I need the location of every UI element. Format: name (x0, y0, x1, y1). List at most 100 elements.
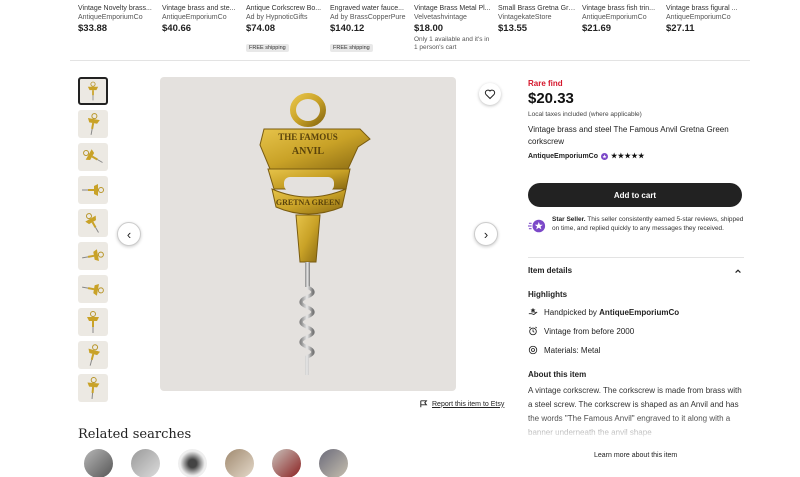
star-seller-badge-icon (601, 152, 608, 160)
handpicked-shop-link[interactable]: AntiqueEmporiumCo (599, 308, 679, 317)
recommended-item[interactable]: Small Brass Gretna Gre... VintagekateStor… (498, 4, 576, 36)
free-shipping-badge: FREE shipping (246, 44, 289, 52)
about-description: A vintage corkscrew. The corkscrew is ma… (528, 386, 742, 437)
material-icon (528, 345, 538, 355)
recommended-item-price: $18.00 (414, 23, 444, 34)
corkscrew-image: THE FAMOUS ANVIL GRETNA GREEN (259, 93, 371, 375)
vintage-row: Vintage from before 2000 (528, 326, 634, 336)
recommended-item[interactable]: Vintage brass fish trin... AntiqueEmporiu… (582, 4, 660, 36)
previous-image-button[interactable]: ‹ (117, 222, 141, 246)
availability-note: Only 1 available and it's in 1 person's … (414, 36, 490, 51)
report-label: Report this item to Etsy (432, 400, 505, 408)
handpicked-row: Handpicked by AntiqueEmporiumCo (528, 307, 679, 317)
recommended-item[interactable]: Vintage Novelty brass... AntiqueEmporiumC… (78, 4, 156, 36)
recommended-item-title: Vintage brass and ste... (162, 5, 236, 12)
seller-row: AntiqueEmporiumCo ★★★★★ (528, 152, 744, 160)
star-seller-label: Star Seller. (552, 216, 586, 223)
recommended-item-price: $140.12 (330, 23, 365, 34)
heart-icon (484, 89, 496, 100)
thumbnail-image[interactable] (78, 308, 108, 336)
anvil-text: ANVIL (292, 146, 325, 157)
flag-icon (420, 400, 428, 408)
add-to-cart-button[interactable]: Add to cart (528, 183, 742, 207)
report-item-link[interactable]: Report this item to Etsy (420, 400, 504, 408)
recommended-item-title: Vintage Novelty brass... (78, 5, 152, 12)
hand-icon (528, 307, 538, 315)
alarm-clock-icon (528, 326, 538, 336)
recommended-item-shop: Ad by BrassCopperPure (330, 14, 406, 21)
banner-text: GRETNA GREEN (276, 198, 340, 207)
handpicked-prefix: Handpicked by (544, 307, 600, 317)
free-shipping-badge: FREE shipping (330, 44, 373, 52)
rating-stars: ★★★★★ (611, 153, 645, 160)
recommended-items-strip: Vintage Novelty brass... AntiqueEmporiumC… (70, 0, 750, 60)
chevron-up-icon (735, 268, 741, 273)
main-product-image[interactable]: THE FAMOUS ANVIL GRETNA GREEN (160, 77, 456, 391)
recommended-item-shop: Ad by HypnoticGifts (246, 14, 308, 21)
recommended-item-shop: AntiqueEmporiumCo (78, 14, 143, 21)
materials-text: Materials: Metal (544, 345, 601, 355)
thumbnail-image[interactable] (78, 143, 108, 171)
recommended-item[interactable]: Vintage Brass Metal Pl... Velvetashvintag… (414, 4, 492, 52)
chevron-right-icon: › (483, 226, 489, 242)
tax-note: Local taxes included (where applicable) (528, 111, 642, 118)
thumbnail-image[interactable] (78, 110, 108, 138)
recommended-item-price: $40.66 (162, 23, 192, 34)
about-title: About this item (528, 370, 587, 379)
materials-row: Materials: Metal (528, 345, 600, 355)
highlights-title: Highlights (528, 290, 568, 299)
recommended-item-title: Vintage brass fish trin... (582, 5, 656, 12)
item-details-toggle[interactable]: Item details (528, 266, 742, 275)
thumbnail-image[interactable] (78, 77, 108, 105)
related-search-item[interactable] (319, 449, 348, 477)
recommended-item-shop: VintagekateStore (498, 14, 552, 21)
thumbnail-image[interactable] (78, 275, 108, 303)
star-seller-info: Star Seller. This seller consistently ea… (528, 215, 744, 235)
thumbnail-image[interactable] (78, 209, 108, 237)
recommended-item-shop: AntiqueEmporiumCo (666, 14, 731, 21)
recommended-item-title: Small Brass Gretna Gre... (498, 5, 576, 12)
recommended-item[interactable]: Vintage brass figural ... AntiqueEmporium… (666, 4, 744, 36)
thumbnail-image[interactable] (78, 374, 108, 402)
thumbnail-image[interactable] (78, 242, 108, 270)
recommended-item-price: $27.11 (666, 23, 695, 34)
star-seller-icon (528, 219, 546, 233)
recommended-item-price: $13.55 (498, 23, 528, 34)
item-details-heading: Item details (528, 266, 573, 275)
divider (528, 257, 744, 258)
related-search-item[interactable] (225, 449, 254, 477)
recommended-item[interactable]: Antique Corkscrew Bo... Ad by HypnoticGif… (246, 4, 324, 54)
seller-name[interactable]: AntiqueEmporiumCo (528, 153, 598, 160)
recommended-item-shop: AntiqueEmporiumCo (162, 14, 227, 21)
recommended-item-shop: AntiqueEmporiumCo (582, 14, 647, 21)
thumbnail-list (78, 77, 108, 407)
related-searches-title: Related searches (78, 427, 192, 442)
next-image-button[interactable]: › (474, 222, 498, 246)
product-title: Vintage brass and steel The Famous Anvil… (528, 125, 729, 146)
product-info: Rare find $20.33 Local taxes included (w… (528, 79, 744, 160)
recommended-item-title: Engraved water fauce... (330, 5, 404, 12)
recommended-item-title: Vintage brass figural ... (666, 5, 738, 12)
related-searches-row (84, 449, 348, 477)
favorite-button[interactable] (479, 83, 501, 105)
related-search-item[interactable] (272, 449, 301, 477)
recommended-item-price: $21.69 (582, 23, 612, 34)
related-search-item[interactable] (131, 449, 160, 477)
divider (70, 60, 750, 61)
related-search-item[interactable] (84, 449, 113, 477)
related-search-item[interactable] (178, 449, 207, 477)
thumbnail-image[interactable] (78, 176, 108, 204)
learn-more-link[interactable]: Learn more about this item (594, 452, 677, 459)
rare-find-label: Rare find (528, 79, 563, 88)
recommended-item-price: $33.88 (78, 23, 108, 34)
recommended-item-shop: Velvetashvintage (414, 14, 467, 21)
recommended-item-title: Vintage Brass Metal Pl... (414, 5, 491, 12)
recommended-item[interactable]: Vintage brass and ste... AntiqueEmporiumC… (162, 4, 240, 36)
product-price: $20.33 (528, 90, 574, 107)
vintage-text: Vintage from before 2000 (544, 326, 635, 336)
anvil-text: THE FAMOUS (278, 132, 338, 142)
recommended-item[interactable]: Engraved water fauce... Ad by BrassCopper… (330, 4, 408, 54)
recommended-item-price: $74.08 (246, 23, 276, 34)
chevron-left-icon: ‹ (126, 226, 132, 242)
thumbnail-image[interactable] (78, 341, 108, 369)
